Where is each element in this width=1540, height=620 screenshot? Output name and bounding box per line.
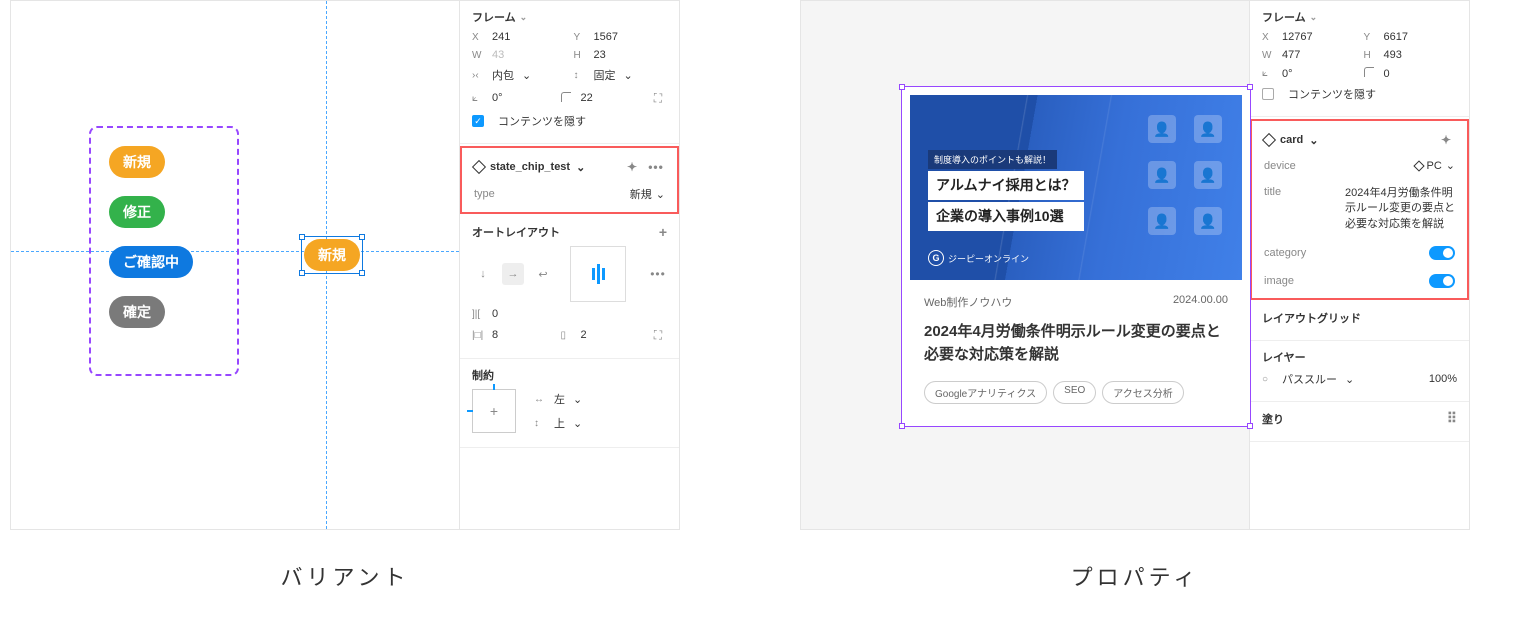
autolayout-more-icon[interactable]: ••• [649, 265, 667, 283]
direction-vertical-icon[interactable]: ↓ [472, 263, 494, 285]
frame-section-header[interactable]: フレーム⌄ [472, 9, 667, 25]
field-pad-h[interactable]: |□|8 [472, 329, 553, 341]
nested-instance-icon [1413, 160, 1424, 171]
direction-horizontal-icon[interactable]: → [502, 263, 524, 285]
corner-radius-icon [561, 92, 571, 102]
field-x[interactable]: X241 [472, 31, 566, 43]
caption-variant: バリアント [280, 560, 409, 592]
corner-radius-icon [1364, 67, 1374, 77]
field-w[interactable]: W43 [472, 49, 566, 61]
field-vresize[interactable]: ↕固定⌄ [574, 67, 668, 83]
field-corner[interactable]: 0 [1364, 67, 1458, 80]
toggle-on-icon[interactable] [1429, 274, 1455, 288]
chip-fix[interactable]: 修正 [109, 196, 165, 228]
card-image: 👤👤👤👤👤👤 制度導入のポイントも解説！ アルムナイ採用とは？ 企業の導入事例1… [910, 95, 1242, 280]
card-tag[interactable]: アクセス分析 [1102, 381, 1184, 404]
field-y[interactable]: Y6617 [1364, 31, 1458, 43]
prop-title[interactable]: title 2024年4月労働条件明示ルール変更の要点と必要な対応策を解説 [1252, 182, 1467, 242]
chip-done[interactable]: 確定 [109, 296, 165, 328]
variant-prop-type[interactable]: type 新規⌄ [462, 182, 677, 212]
highlighted-component-section: state_chip_test ⌄ ✦ ••• type 新規⌄ [460, 146, 679, 214]
clip-content-checkbox[interactable]: コンテンツを隠す [1262, 86, 1457, 102]
clip-content-checkbox[interactable]: ✓ コンテンツを隠す [472, 113, 667, 129]
image-headline-2: 企業の導入事例10選 [928, 202, 1084, 231]
field-y[interactable]: Y1567 [574, 31, 668, 43]
fill-styles-icon[interactable]: ⠿ [1447, 410, 1457, 427]
card-date: 2024.00.00 [1173, 294, 1228, 310]
more-icon[interactable]: ••• [647, 158, 665, 176]
card-category: Web制作ノウハウ [924, 294, 1012, 310]
toggle-on-icon[interactable] [1429, 246, 1455, 260]
checkbox-unchecked-icon [1262, 88, 1274, 100]
layer-header[interactable]: レイヤー [1262, 349, 1457, 365]
alignment-box[interactable] [570, 246, 626, 302]
component-icon [1262, 133, 1276, 147]
blend-mode[interactable]: ○パススルー⌄ [1262, 371, 1421, 387]
add-autolayout-icon[interactable]: + [659, 224, 667, 240]
variant-frame[interactable]: 新規 修正 ご確認中 確定 [89, 126, 239, 376]
prop-device[interactable]: device PC⌄ [1252, 155, 1467, 182]
card-title: 2024年4月労働条件明示ルール変更の要点と必要な対応策を解説 [924, 320, 1228, 367]
field-h[interactable]: H23 [574, 49, 668, 61]
component-name[interactable]: card [1280, 134, 1303, 146]
constraint-h[interactable]: ↔左⌄ [534, 391, 582, 407]
direction-wrap-icon[interactable]: ↩ [532, 263, 554, 285]
card-tag[interactable]: Googleアナリティクス [924, 381, 1047, 404]
constraint-v[interactable]: ↕上⌄ [534, 415, 582, 431]
card-tag[interactable]: SEO [1053, 381, 1096, 404]
independent-corners-icon[interactable]: ⛶ [649, 89, 667, 107]
field-corner[interactable]: 22 [561, 92, 642, 105]
field-rotate[interactable]: ⟀0° [1262, 68, 1356, 80]
field-x[interactable]: X12767 [1262, 31, 1356, 43]
inspector-left: フレーム⌄ X241 Y1567 W43 H23 ›‹内包⌄ ↕固定⌄ ⟀0° [459, 1, 679, 529]
constraint-widget[interactable]: + [472, 389, 516, 433]
left-panel: 新規 修正 ご確認中 確定 新規 フレーム⌄ X241 [10, 0, 680, 530]
image-logo: Gジーピーオンライン [928, 250, 1029, 266]
canvas-card[interactable]: 👤👤👤👤👤👤 制度導入のポイントも解説！ アルムナイ採用とは？ 企業の導入事例1… [801, 1, 1249, 529]
fill-header[interactable]: 塗り⠿ [1262, 410, 1457, 427]
prop-image[interactable]: image [1252, 270, 1467, 298]
field-gap[interactable]: ]|[0 [472, 308, 667, 320]
independent-padding-icon[interactable]: ⛶ [649, 326, 667, 344]
field-hresize[interactable]: ›‹内包⌄ [472, 67, 566, 83]
field-w[interactable]: W477 [1262, 49, 1356, 61]
component-icon [472, 160, 486, 174]
highlighted-component-section: card ⌄ ✦ device PC⌄ title 2024年4月労働条件明示ル… [1250, 119, 1469, 300]
selected-instance[interactable]: 新規 [301, 236, 363, 274]
opacity-value[interactable]: 100% [1429, 373, 1457, 385]
canvas-variant[interactable]: 新規 修正 ご確認中 確定 新規 [11, 1, 459, 529]
image-badge: 制度導入のポイントも解説！ [928, 150, 1057, 169]
chip-new[interactable]: 新規 [109, 146, 165, 178]
field-h[interactable]: H493 [1364, 49, 1458, 61]
constraints-header: 制約 [472, 367, 667, 383]
decorative-user-icons: 👤👤👤👤👤👤 [1148, 115, 1222, 235]
caption-property: プロパティ [1071, 560, 1200, 592]
right-panel: 👤👤👤👤👤👤 制度導入のポイントも解説！ アルムナイ採用とは？ 企業の導入事例1… [800, 0, 1470, 530]
layoutgrid-header[interactable]: レイアウトグリッド [1262, 310, 1457, 326]
inspector-right: フレーム⌄ X12767 Y6617 W477 H493 ⟀0° 0 [1249, 1, 1469, 529]
autolayout-header[interactable]: オートレイアウト+ [472, 224, 667, 240]
swap-instance-icon[interactable]: ✦ [1437, 131, 1455, 149]
frame-section-header[interactable]: フレーム⌄ [1262, 9, 1457, 25]
prop-category[interactable]: category [1252, 242, 1467, 270]
field-rotate[interactable]: ⟀0° [472, 92, 553, 104]
swap-instance-icon[interactable]: ✦ [623, 158, 641, 176]
checkbox-checked-icon: ✓ [472, 115, 484, 127]
chip-confirm[interactable]: ご確認中 [109, 246, 193, 278]
component-name[interactable]: state_chip_test [490, 161, 570, 173]
selected-card-frame[interactable]: 👤👤👤👤👤👤 制度導入のポイントも解説！ アルムナイ採用とは？ 企業の導入事例1… [901, 86, 1251, 427]
field-pad-v[interactable]: ▯2 [561, 329, 642, 341]
selected-chip: 新規 [304, 239, 360, 271]
image-headline-1: アルムナイ採用とは？ [928, 171, 1084, 200]
